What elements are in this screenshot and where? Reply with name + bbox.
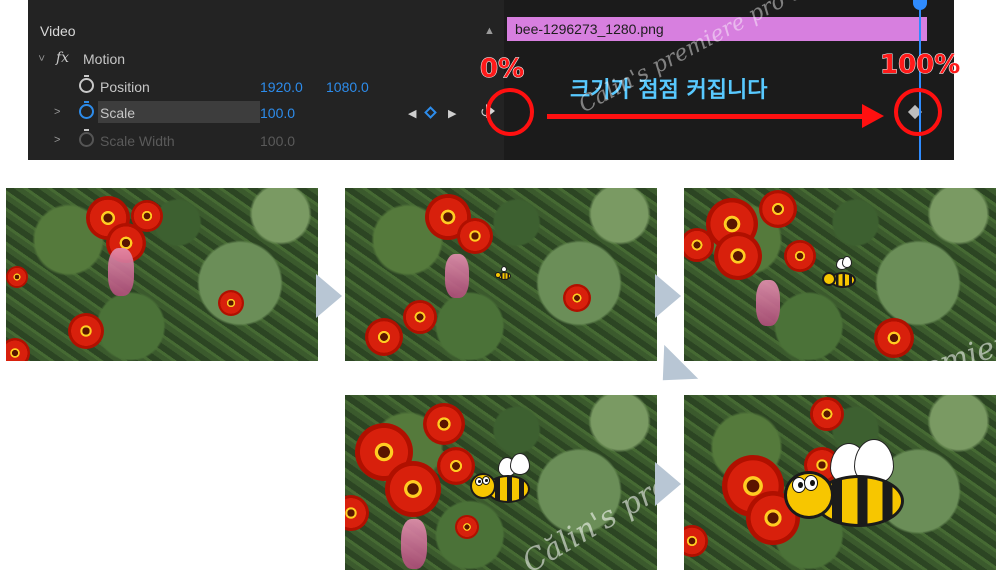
- bee-large: [470, 453, 532, 507]
- motion-row[interactable]: > fx Motion: [28, 46, 504, 73]
- scale-width-value: 100.0: [260, 133, 296, 149]
- start-highlight-circle: [486, 88, 534, 136]
- next-arrow-icon: [316, 274, 342, 318]
- property-label: Scale Width: [100, 133, 175, 149]
- bee-medium: [822, 256, 858, 290]
- add-keyframe-icon[interactable]: [424, 106, 437, 119]
- scale-width-row: > Scale Width 100.0: [28, 128, 504, 155]
- playhead[interactable]: [919, 0, 921, 160]
- end-highlight-circle: [894, 88, 942, 136]
- position-x-value[interactable]: 1920.0: [260, 79, 303, 95]
- red-arrow-head-icon: [862, 104, 884, 128]
- scale-value[interactable]: 100.0: [260, 105, 295, 121]
- chevron-down-icon[interactable]: >: [35, 55, 47, 61]
- stopwatch-active-icon[interactable]: [79, 101, 94, 119]
- stopwatch-icon[interactable]: [79, 75, 94, 93]
- frame-2: [345, 188, 657, 361]
- property-label: Position: [100, 79, 150, 95]
- video-section-row: Video ▲: [28, 18, 504, 45]
- clip-bar[interactable]: bee-1296273_1280.png: [507, 17, 927, 41]
- next-arrow-icon: [655, 462, 681, 506]
- position-row: Position 1920.0 1080.0: [28, 74, 504, 101]
- motion-label: Motion: [83, 51, 126, 67]
- start-percent-label: 0%: [479, 54, 525, 85]
- scale-row: > Scale 100.0 ◀ ▶ ↺: [28, 100, 504, 127]
- chevron-right-icon[interactable]: >: [54, 106, 60, 118]
- previous-keyframe-icon[interactable]: ◀: [408, 107, 416, 120]
- bee-small: [495, 266, 511, 280]
- fx-icon[interactable]: fx: [56, 50, 69, 66]
- growth-caption: 크기가 점점 커집니다: [570, 78, 768, 103]
- stopwatch-disabled-icon: [79, 129, 94, 147]
- section-title: Video: [40, 23, 76, 39]
- scroll-up-icon[interactable]: ▲: [484, 25, 495, 37]
- position-y-value[interactable]: 1080.0: [326, 79, 369, 95]
- bee-full-size: [784, 439, 904, 529]
- frame-5: [684, 395, 996, 570]
- next-arrow-icon: [655, 274, 681, 318]
- frame-4: Călin's premiere pro tutorials: [345, 395, 657, 570]
- frame-3: Călin's premiere pro tutorials: [684, 188, 996, 361]
- property-label: Scale: [100, 105, 136, 121]
- next-keyframe-icon[interactable]: ▶: [448, 107, 456, 120]
- properties-column: Video ▲ > fx Motion Position 1920.0 1080…: [28, 0, 504, 160]
- end-percent-label: 100%: [879, 50, 961, 81]
- red-arrow-icon: [547, 114, 865, 119]
- frame-1: [6, 188, 318, 361]
- chevron-right-icon[interactable]: >: [54, 134, 60, 146]
